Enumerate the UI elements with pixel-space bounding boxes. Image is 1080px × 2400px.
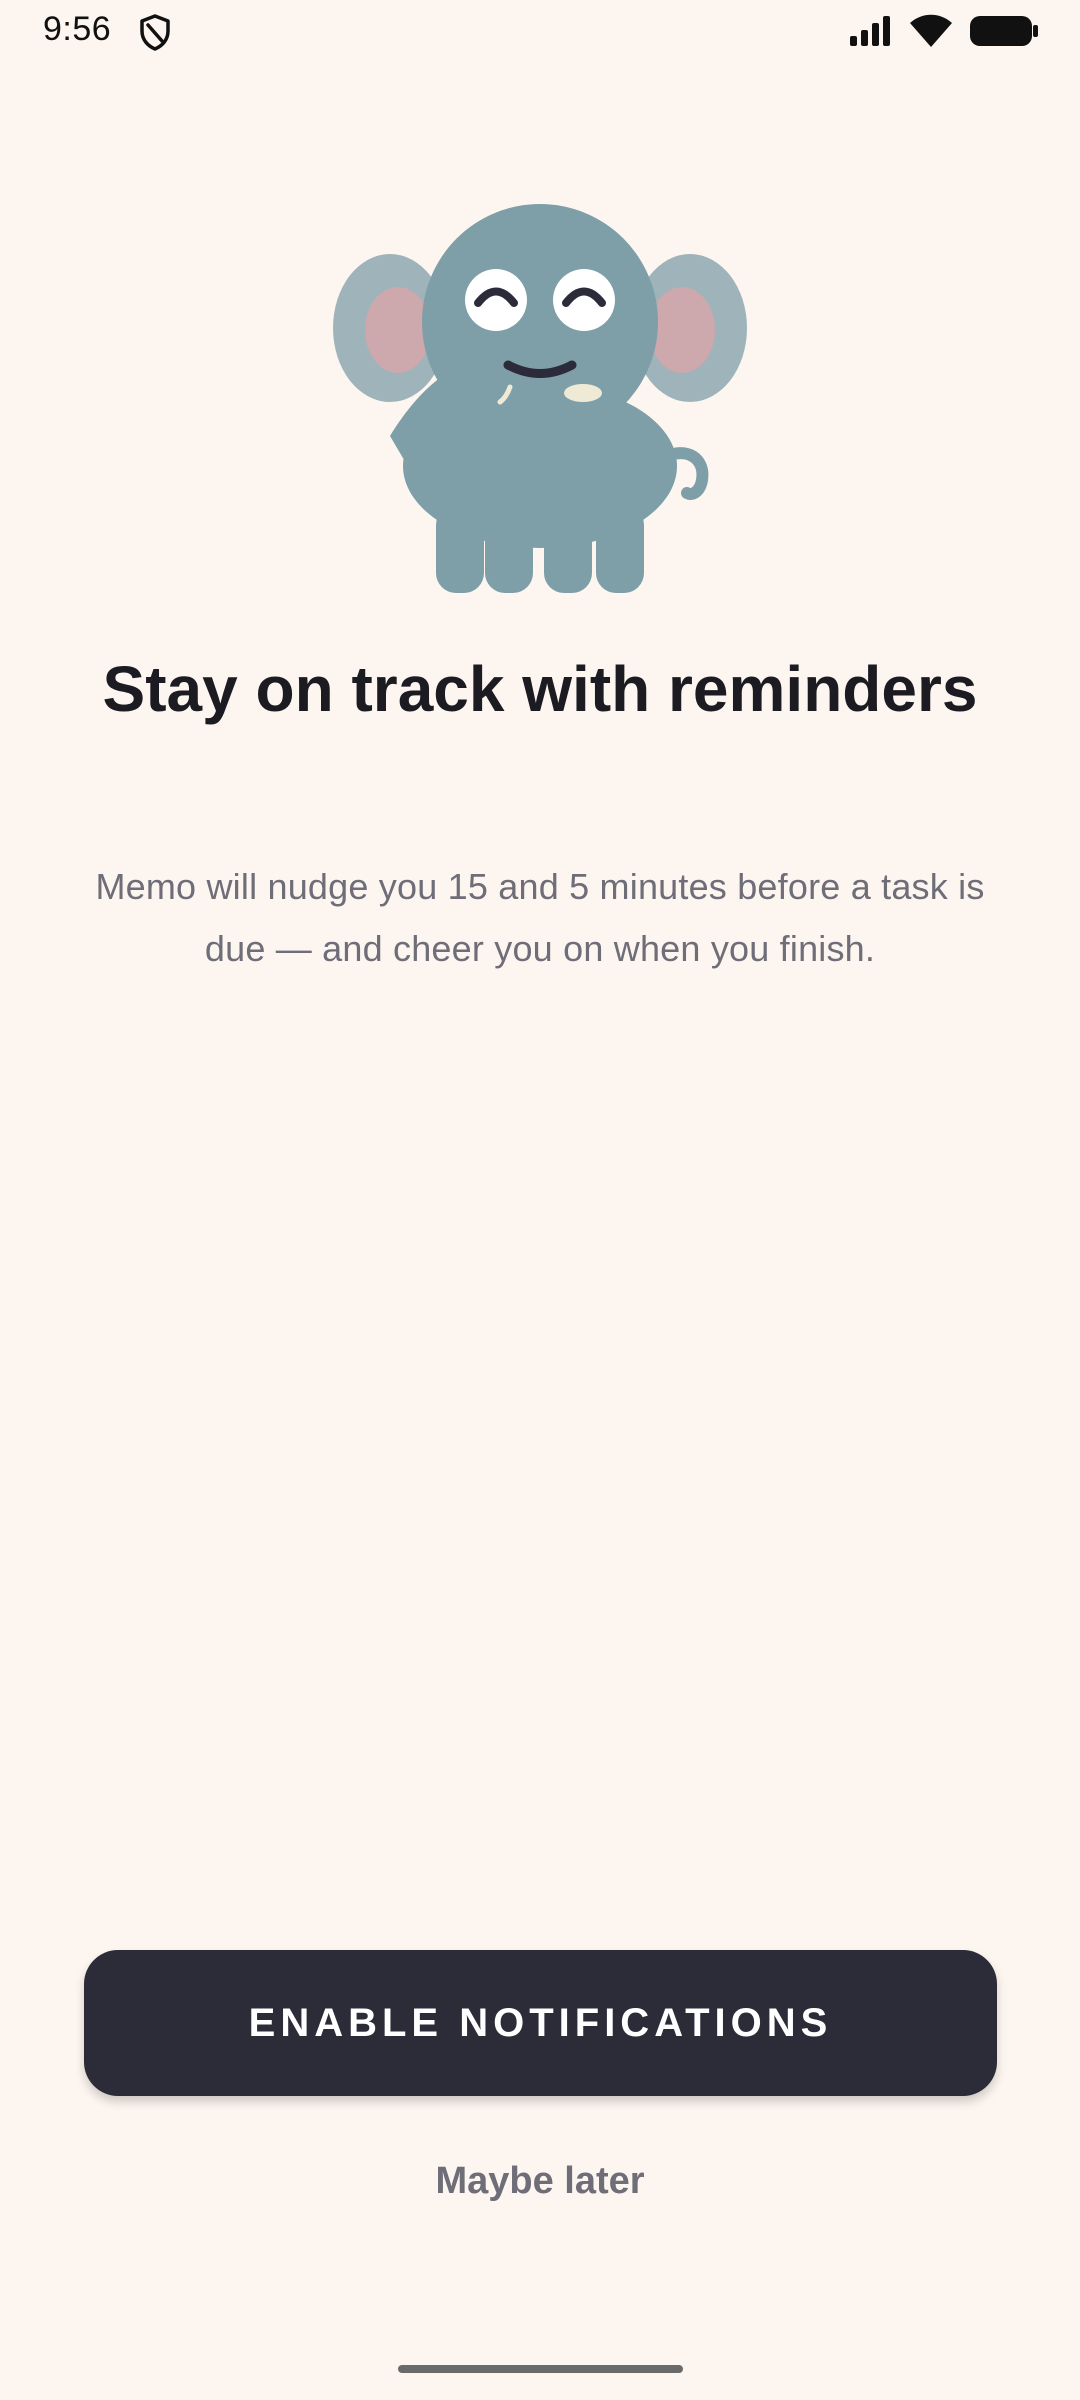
status-icons xyxy=(848,13,1040,54)
maybe-later-button[interactable]: Maybe later xyxy=(340,2160,740,2203)
enable-notifications-label: ENABLE NOTIFICATIONS xyxy=(248,2000,833,2045)
home-indicator[interactable] xyxy=(398,2365,683,2373)
shield-icon xyxy=(138,13,172,56)
wifi-icon xyxy=(908,13,954,54)
onboarding-description: Memo will nudge you 15 and 5 minutes bef… xyxy=(95,866,985,969)
battery-icon xyxy=(968,13,1040,54)
elephant-illustration xyxy=(330,200,750,600)
enable-notifications-button[interactable]: ENABLE NOTIFICATIONS xyxy=(84,1950,997,2096)
onboarding-title: Stay on track with reminders xyxy=(102,653,978,725)
signal-icon xyxy=(848,14,894,53)
status-bar: 9:56 xyxy=(0,0,1080,62)
status-time: 9:56 xyxy=(43,10,112,48)
